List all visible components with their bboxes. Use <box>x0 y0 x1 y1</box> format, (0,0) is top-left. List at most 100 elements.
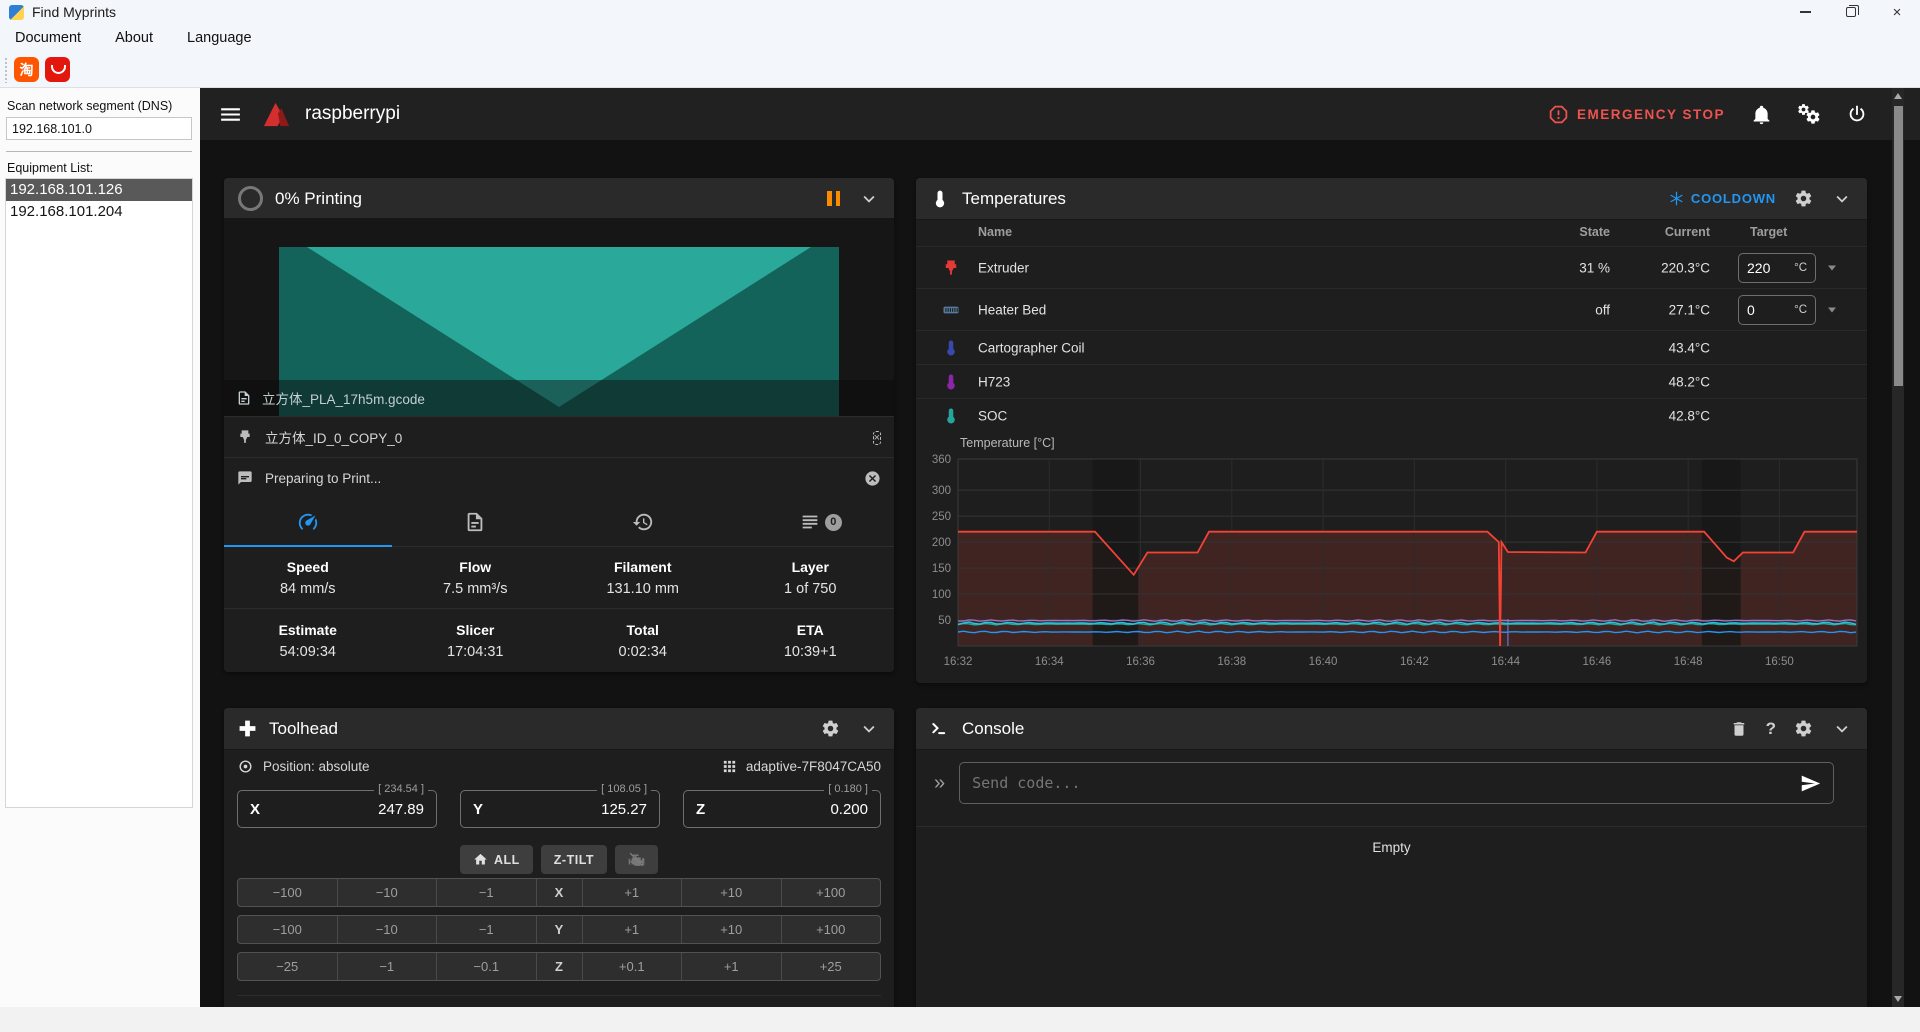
notifications-bell-icon[interactable] <box>1751 104 1772 125</box>
print-panel-tabs: 0 <box>224 498 894 547</box>
jog-button[interactable]: −0.1 <box>437 953 537 980</box>
store-icon[interactable] <box>45 57 70 82</box>
jog-button[interactable]: −1 <box>437 879 537 906</box>
gear-icon[interactable] <box>1794 189 1813 208</box>
exclude-object-button[interactable]: × <box>873 429 881 446</box>
jog-button[interactable]: +10 <box>682 879 782 906</box>
settings-cogs-icon[interactable] <box>1797 103 1823 125</box>
maximize-button[interactable] <box>1828 0 1874 24</box>
console-command-field[interactable] <box>959 762 1834 804</box>
pause-button[interactable] <box>827 191 840 206</box>
taobao-icon[interactable]: 淘 <box>14 57 39 82</box>
dropdown-caret-icon[interactable] <box>1828 307 1836 312</box>
jog-button[interactable]: −100 <box>238 916 338 943</box>
print-stats-row1: Speed84 mm/s Flow7.5 mm³/s Filament131.1… <box>224 547 894 609</box>
chevron-down-icon[interactable] <box>858 718 880 740</box>
printer-webview: raspberrypi EMERGENCY STOP 0% Printing <box>200 88 1920 1007</box>
temperatures-panel-header: Temperatures COOLDOWN <box>916 178 1867 220</box>
chevron-down-icon[interactable] <box>1831 188 1853 210</box>
jog-button[interactable]: −10 <box>338 879 438 906</box>
dismiss-message-icon[interactable] <box>864 470 881 487</box>
mainsail-logo-icon <box>261 99 292 130</box>
jog-button[interactable]: +100 <box>782 879 881 906</box>
menu-icon[interactable] <box>218 102 243 127</box>
scrollbar-thumb[interactable] <box>1894 106 1903 386</box>
send-icon[interactable] <box>1800 773 1821 794</box>
jog-button[interactable]: +1 <box>682 953 782 980</box>
tab-queue[interactable]: 0 <box>727 498 895 546</box>
tab-files[interactable] <box>392 498 560 546</box>
temp-row-h723: H723 48.2°C <box>916 364 1867 398</box>
toolhead-title: Toolhead <box>269 719 338 739</box>
jog-row-z: −25 −1 −0.1 Z +0.1 +1 +25 <box>237 952 881 981</box>
prompt-chevrons-icon: » <box>934 772 945 795</box>
svg-text:200: 200 <box>932 537 951 549</box>
chevron-down-icon[interactable] <box>1831 718 1853 740</box>
console-command-input[interactable] <box>972 774 1800 792</box>
chevron-down-icon[interactable] <box>858 188 880 210</box>
home-all-button[interactable]: ALL <box>460 845 533 874</box>
toolbar-grip[interactable] <box>4 57 8 83</box>
jog-button[interactable]: −25 <box>238 953 338 980</box>
jog-button[interactable]: +0.1 <box>583 953 683 980</box>
equipment-item[interactable]: 192.168.101.126 <box>6 179 192 201</box>
temp-row-cartographer: Cartographer Coil 43.4°C <box>916 330 1867 364</box>
jog-axis-label: Y <box>537 916 583 943</box>
tab-speed[interactable] <box>224 498 392 546</box>
svg-text:16:48: 16:48 <box>1674 656 1703 668</box>
jog-button[interactable]: +100 <box>782 916 881 943</box>
jog-button[interactable]: −10 <box>338 916 438 943</box>
jog-button[interactable]: −1 <box>338 953 438 980</box>
file-icon <box>236 390 252 406</box>
motors-off-button[interactable] <box>615 845 658 874</box>
scroll-down-icon[interactable] <box>1894 996 1902 1002</box>
stat-value: 10:39+1 <box>727 644 895 660</box>
scan-segment-input[interactable] <box>6 117 192 140</box>
console-panel-header: Console ? <box>916 708 1867 750</box>
status-message: Preparing to Print... <box>265 471 381 486</box>
jog-button[interactable]: +1 <box>583 879 683 906</box>
help-icon[interactable]: ? <box>1766 719 1776 739</box>
extruder-target-input[interactable]: °C <box>1738 253 1816 283</box>
power-icon[interactable] <box>1846 103 1868 125</box>
window-title: Find Myprints <box>32 4 116 20</box>
dropdown-caret-icon[interactable] <box>1828 265 1836 270</box>
gear-icon[interactable] <box>821 719 840 738</box>
jog-button[interactable]: +25 <box>782 953 881 980</box>
equipment-item[interactable]: 192.168.101.204 <box>6 201 192 223</box>
webview-scrollbar[interactable] <box>1892 88 1904 1007</box>
menu-about[interactable]: About <box>115 30 153 46</box>
scroll-up-icon[interactable] <box>1894 93 1902 99</box>
axis-z-field[interactable]: Z 0.200 [ 0.180 ] <box>683 790 881 828</box>
mesh-profile[interactable]: adaptive-7F8047CA50 <box>721 758 881 775</box>
axis-x-field[interactable]: X 247.89 [ 234.54 ] <box>237 790 437 828</box>
stat-label: ETA <box>727 622 895 638</box>
gear-icon[interactable] <box>1794 719 1813 738</box>
bed-target-input[interactable]: °C <box>1738 295 1816 325</box>
thermometer-icon <box>930 189 950 209</box>
jog-button[interactable]: −1 <box>437 916 537 943</box>
minimize-button[interactable] <box>1782 0 1828 24</box>
motor-off-icon <box>628 851 645 868</box>
emergency-stop-button[interactable]: EMERGENCY STOP <box>1548 104 1725 125</box>
jog-button[interactable]: −100 <box>238 879 338 906</box>
menu-document[interactable]: Document <box>15 30 81 46</box>
stat-label: Filament <box>559 559 727 575</box>
alert-octagon-icon <box>1548 104 1569 125</box>
jog-button[interactable]: +1 <box>583 916 683 943</box>
z-tilt-button[interactable]: Z-TILT <box>541 845 607 874</box>
close-button[interactable]: × <box>1874 0 1920 24</box>
tab-history[interactable] <box>559 498 727 546</box>
crosshair-icon <box>237 758 254 775</box>
window-titlebar: Find Myprints × <box>0 0 1920 24</box>
svg-text:16:32: 16:32 <box>944 656 973 668</box>
gcode-preview: 立方体_PLA_17h5m.gcode <box>224 218 894 416</box>
temperature-chart[interactable]: Temperature [°C] 5010015020025030036016:… <box>916 432 1867 680</box>
radiator-icon <box>942 301 960 319</box>
menu-language[interactable]: Language <box>187 30 252 46</box>
cooldown-button[interactable]: COOLDOWN <box>1669 191 1776 206</box>
trash-icon[interactable] <box>1730 720 1748 738</box>
axis-y-field[interactable]: Y 125.27 [ 108.05 ] <box>460 790 660 828</box>
jog-button[interactable]: +10 <box>682 916 782 943</box>
temperatures-panel: Temperatures COOLDOWN Name State Current… <box>916 178 1867 683</box>
